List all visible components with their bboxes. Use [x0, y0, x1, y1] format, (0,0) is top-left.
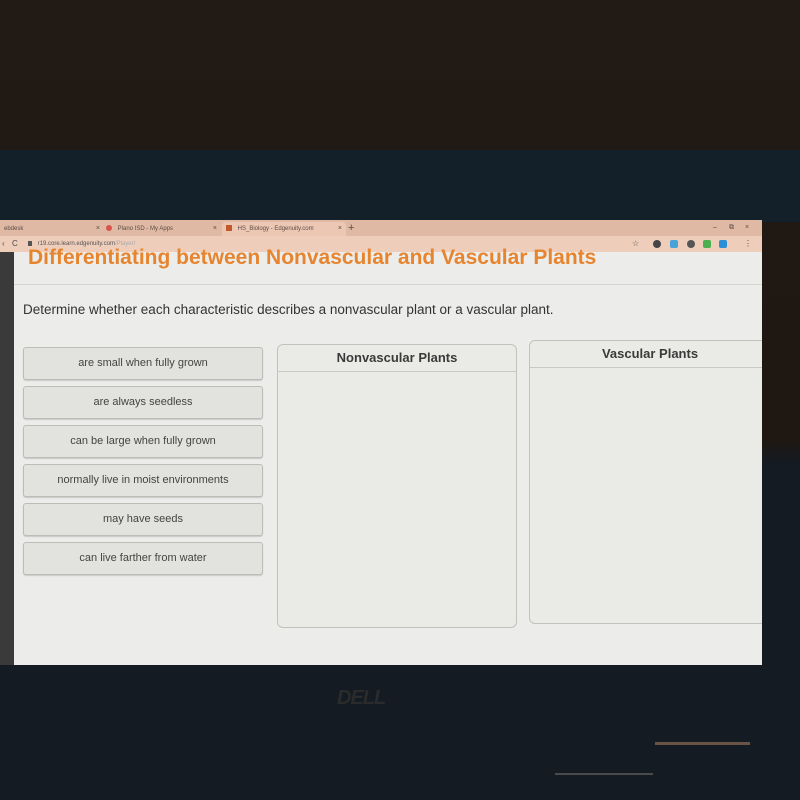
browser-window: ebdesk × Plano ISD - My Apps × HS_Biolog…: [0, 220, 762, 665]
plano-favicon-icon: [106, 225, 112, 232]
extension-icon[interactable]: [719, 240, 727, 248]
tab-ebdesk[interactable]: ebdesk ×: [0, 222, 104, 236]
monitor-bezel: [0, 150, 800, 222]
bin-heading: Nonvascular Plants: [278, 345, 516, 372]
close-tab-icon[interactable]: ×: [213, 222, 217, 236]
bin-drop-area[interactable]: [278, 372, 516, 627]
draggable-characteristic[interactable]: are always seedless: [23, 386, 263, 419]
close-window-button[interactable]: ×: [745, 220, 749, 236]
instructions: Determine whether each characteristic de…: [23, 302, 554, 317]
bookmark-star-icon[interactable]: ☆: [632, 236, 639, 252]
restore-button[interactable]: ⧉: [729, 220, 734, 236]
tab-hs-biology[interactable]: HS_Biology - Edgenuity.com ×: [222, 222, 346, 236]
extension-icon[interactable]: [653, 240, 661, 248]
vascular-drop-zone[interactable]: Vascular Plants: [529, 340, 762, 624]
tab-label: Plano ISD - My Apps: [117, 226, 174, 232]
page-title: Differentiating between Nonvascular and …: [28, 246, 597, 269]
new-tab-button[interactable]: +: [348, 220, 354, 236]
left-sidebar: [0, 252, 14, 665]
bin-heading: Vascular Plants: [530, 341, 762, 368]
draggable-characteristic[interactable]: can be large when fully grown: [23, 425, 263, 458]
nonvascular-drop-zone[interactable]: Nonvascular Plants: [277, 344, 517, 628]
extension-icon[interactable]: [670, 240, 678, 248]
reflection: [655, 742, 750, 745]
characteristic-list: are small when fully grown are always se…: [23, 347, 263, 581]
extension-icon[interactable]: [703, 240, 711, 248]
back-button[interactable]: ‹: [2, 236, 5, 252]
bin-drop-area[interactable]: [530, 368, 762, 623]
draggable-characteristic[interactable]: normally live in moist environments: [23, 464, 263, 497]
activity-page: Differentiating between Nonvascular and …: [14, 246, 762, 665]
dell-logo: DELL: [337, 687, 386, 709]
close-tab-icon[interactable]: ×: [338, 222, 342, 236]
minimize-button[interactable]: –: [713, 220, 717, 236]
draggable-characteristic[interactable]: can live farther from water: [23, 542, 263, 575]
header-divider: [14, 284, 762, 285]
reflection: [555, 773, 653, 775]
draggable-characteristic[interactable]: may have seeds: [23, 503, 263, 536]
browser-menu-icon[interactable]: ⋮: [744, 236, 752, 252]
tab-bar: ebdesk × Plano ISD - My Apps × HS_Biolog…: [0, 220, 762, 236]
tab-label: HS_Biology - Edgenuity.com: [237, 226, 314, 232]
tab-label: ebdesk: [4, 226, 24, 232]
reload-button[interactable]: C: [12, 236, 18, 252]
extension-icon[interactable]: [687, 240, 695, 248]
close-tab-icon[interactable]: ×: [96, 222, 100, 236]
tab-plano-isd[interactable]: Plano ISD - My Apps ×: [102, 222, 221, 236]
draggable-characteristic[interactable]: are small when fully grown: [23, 347, 263, 380]
edgenuity-favicon-icon: [226, 225, 232, 232]
